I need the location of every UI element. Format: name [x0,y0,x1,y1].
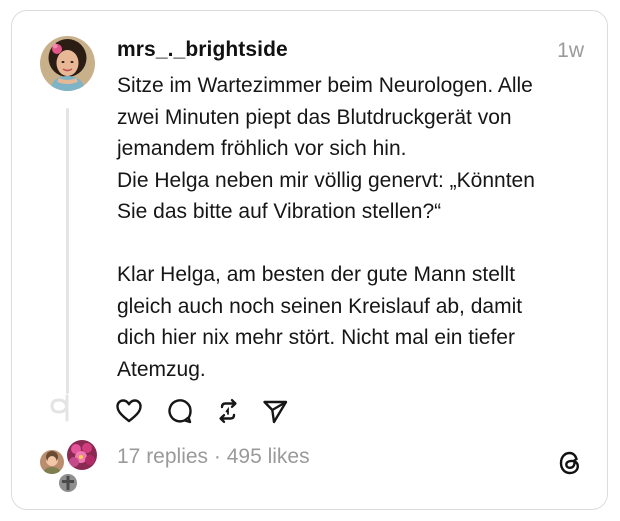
replier-avatar[interactable] [65,438,99,472]
post-text-line: Atemzug. [117,357,206,381]
paragraph-break [117,228,587,260]
post-text-line: dich hier nix mehr stört. Nicht mal ein … [117,326,515,349]
post-text-line: zwei Minuten piept das Blutdruckgerät vo… [117,105,512,129]
heart-icon[interactable] [115,397,143,425]
post-text-line: Sitze im Wartezimmer beim Neurologen. Al… [117,74,533,97]
post-text-line: Die Helga neben mir völlig genervt: „Kön… [117,168,535,192]
author-avatar[interactable] [40,36,95,91]
post-text-line: Sie das bitte auf Vibration stellen?“ [117,200,442,223]
post-timestamp: 1w [557,39,584,62]
post-text: Sitze im Wartezimmer beim Neurologen. Al… [117,70,587,385]
post-text-line: gleich auch noch seinen Kreislauf ab, da… [117,294,523,318]
repost-icon[interactable] [214,397,242,425]
share-icon[interactable] [261,397,289,425]
thread-loop-icon [47,392,77,422]
author-username[interactable]: mrs_._brightside [117,38,288,62]
replier-avatar[interactable] [57,472,79,494]
post-text-line: jemandem fröhlich vor sich hin. [117,137,407,160]
post-stats[interactable]: 17 replies · 495 likes [117,445,310,469]
threads-logo-icon[interactable] [556,449,584,477]
replier-avatar[interactable] [38,448,66,476]
comment-icon[interactable] [166,397,194,425]
post-text-line: Klar Helga, am besten der gute Mann stel… [117,263,516,286]
thread-line [66,108,69,394]
